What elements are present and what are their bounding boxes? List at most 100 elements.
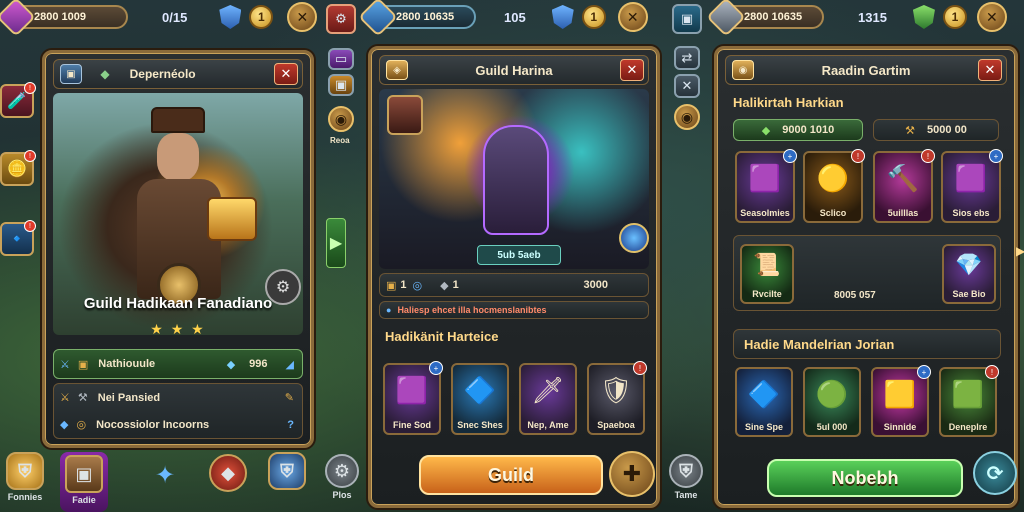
item-badge: + [429,361,443,375]
item-label: Sae Bio [952,289,986,299]
item-label: Sinnide [883,422,917,432]
item-tile[interactable]: 🟡! Sclico [803,149,865,223]
stat-a: 1 [400,279,407,291]
resource-value: 2800 10635 [396,11,455,23]
coin-icon[interactable]: 1 [249,5,274,29]
gem-small-icon: ◆ [226,358,236,371]
currency-pill-green[interactable]: ◆ 9000 1010 [733,119,863,141]
section-title: Hadie Mandelrian Jorian [744,336,895,352]
sword-icon: ⚔ [60,358,70,371]
guild-info-line: ● Haliesp ehcet illa hocmenslanibtes [379,301,649,319]
help-icon[interactable]: ? [287,419,294,431]
medal-icon: ◉ [334,110,348,127]
item-badge: + [917,365,931,379]
menu-icon: ⚙ [335,11,347,26]
notification-dot: ! [24,150,36,162]
nav-item-tame[interactable]: ⛨ Tame [666,454,706,500]
section-title: Hadikänit Harteice [385,329,499,344]
book-icon[interactable]: ▣ [60,64,82,84]
sword-gold-icon: ⚔ [60,392,70,404]
hat-shape [151,107,205,133]
coin-tab-icon: ◉ [680,108,694,125]
gem-small-icon: ◎ [412,279,423,292]
item-tile[interactable]: 🛡! Spaeboa [587,361,647,435]
red-gem-icon: ◆ [209,454,247,492]
nav-item-plos[interactable]: ⚙ Plos [322,454,362,500]
item-tile[interactable]: 🟪 + Seasolmies [735,149,797,223]
scroll-item-icon: 📜 [753,252,781,277]
menu-button[interactable]: ⚙ [326,4,356,34]
side-tab-potion[interactable]: 🧪! [0,82,36,118]
panel-title: Guild Harina [475,62,553,78]
medal-tab[interactable]: ◉ [328,106,354,132]
stat-row-1[interactable]: ⚔ ▣ Nathiouule ◆ 996 ◢ [53,349,303,379]
shield-blue-icon: ⛨ [268,452,306,490]
cross-tab[interactable]: ✕ [674,74,700,98]
chest-tab[interactable]: ▣ [328,74,354,96]
potion-icon: 🧪 [7,93,27,110]
nav-item-fadie[interactable]: ▣ Fadie [60,452,108,512]
close-button[interactable]: ✕ [978,59,1002,81]
pill-value: 5000 00 [927,124,967,136]
item-tile[interactable]: 🟪 + Sios ebs [941,149,1003,223]
close-round-button[interactable]: ✕ [287,2,318,32]
item-badge: + [783,149,797,163]
nav-item-fonnies[interactable]: ⛨ Fonnies [2,452,48,502]
add-button[interactable]: ✚ [609,451,655,497]
close-button[interactable]: ✕ [620,59,644,81]
treasure-chest-icon [207,197,257,241]
featured-item-right[interactable]: 💎 Sae Bio [942,244,996,304]
stat-row-3[interactable]: ◆ ◎ Nocossiolor Incoorns ? [54,418,302,432]
top-bar-2: 2800 10635 105 1 ✕ [358,0,666,37]
item-tile[interactable]: 🟩! Deneplre [939,365,999,437]
arrow-right-icon: ▶ [329,235,343,252]
side-tab-crystal[interactable]: 🔹! [0,220,36,256]
guild-button[interactable]: Guild [419,455,603,495]
item-tile[interactable]: 🔷 Snec Shes [451,363,509,435]
featured-item-left[interactable]: 📜 Rvcilte [740,244,794,304]
panel-title: Depernéolo [129,67,196,81]
item-icon: 🟢 [815,379,849,409]
coin-icon[interactable]: 1 [942,5,967,29]
feather-icon: ✦ [154,461,176,489]
nav-item-shield[interactable]: ⛨ [264,452,310,492]
character-panel: ▣ ◆ Depernéolo ✕ ⚙ Guild Hadikaan Fanadi… [42,50,314,448]
resource-counter: 2800 10635 [358,0,476,37]
map-icon: ▣ [680,11,694,26]
item-tile[interactable]: 🔨! 5uilllas [873,149,935,223]
close-button[interactable]: ✕ [274,63,298,85]
guild-stats-row: ▣ 1 ◎ ◆ 1 3000 [379,273,649,297]
nav-item-gem[interactable]: ◆ [206,454,250,494]
next-arrow-button[interactable]: ▶ [326,218,346,268]
face-shape [157,133,199,181]
coin-tab[interactable]: ◉ [674,104,700,130]
stat-row-2[interactable]: ⚔ ⚒ Nei Pansied ✎ [54,391,302,405]
shield-gold-icon: ⛨ [6,452,44,490]
scroll-right-arrow[interactable]: ▶ [1016,244,1024,264]
action-button[interactable]: Nobebh [767,459,963,497]
nav-item-feather[interactable]: ✦ [144,456,186,496]
item-tile[interactable]: 🗡 Nep, Ame [519,363,577,435]
coin-icon[interactable]: 1 [581,5,606,29]
side-tab-gold[interactable]: 🪙! [0,150,36,186]
close-round-button[interactable]: ✕ [976,2,1007,32]
stat-label: Nathiouule [98,358,156,370]
item-badge: + [989,149,1003,163]
item-tile[interactable]: 🟨 + Sinnide [871,365,931,437]
item-tile[interactable]: 🔷 Sine Spe [735,367,793,437]
purple-tab[interactable]: ▭ [328,48,354,70]
item-icon: 🔷 [747,379,781,409]
swap-tab[interactable]: ⇄ [674,46,700,70]
scroll-icon: ✎ [284,392,294,404]
map-button[interactable]: ▣ [672,4,702,34]
close-round-button[interactable]: ✕ [617,2,648,32]
orb-icon[interactable] [619,223,649,253]
item-label: Nep, Ame [527,420,569,430]
currency-pill-gold[interactable]: ⚒ 5000 00 [873,119,999,141]
item-tile[interactable]: 🟢 5ul 000 [803,367,861,437]
resource-counter: 2800 1009 [0,0,128,37]
refresh-button[interactable]: ⟳ [973,451,1017,495]
pill-value: 9000 1010 [782,124,835,136]
item-tile[interactable]: 🟪 + Fine Sod [383,361,443,435]
gem-icon [0,0,36,37]
